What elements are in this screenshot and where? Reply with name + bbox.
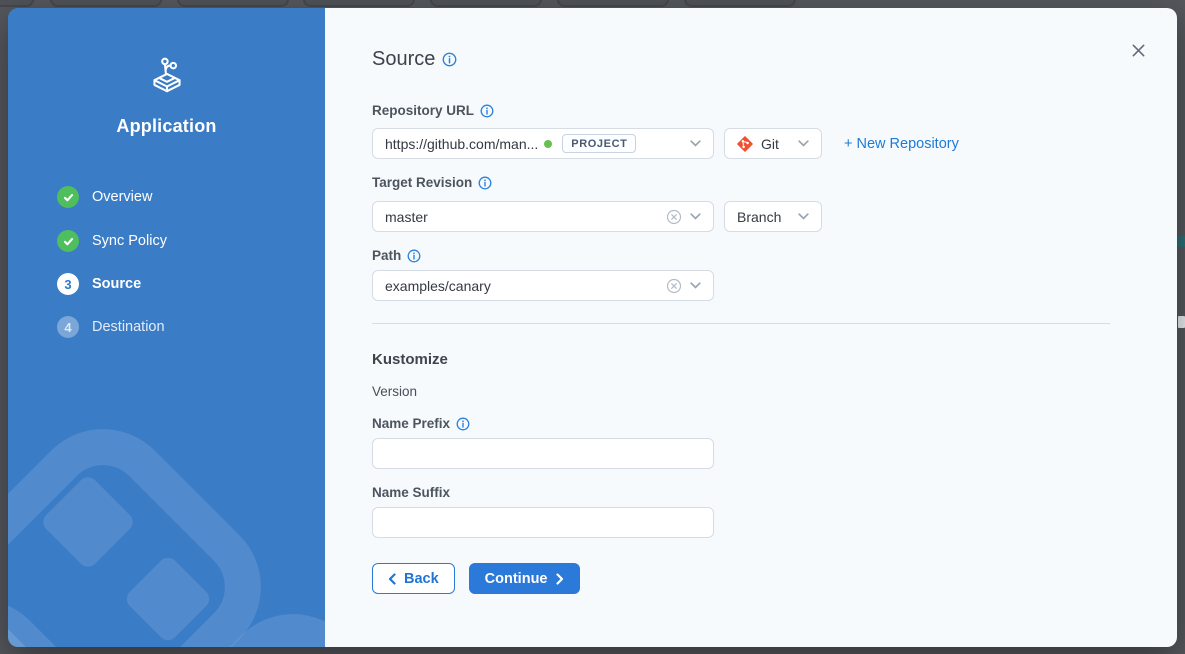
info-icon[interactable] — [456, 417, 470, 431]
background-fragment — [1178, 236, 1185, 247]
kustomize-heading: Kustomize — [372, 351, 448, 368]
background-tab — [0, 0, 34, 7]
revision-type-select[interactable]: Branch — [724, 201, 822, 232]
background-fragment — [1178, 316, 1185, 328]
revision-type-value: Branch — [737, 209, 781, 225]
background-tab — [303, 0, 415, 7]
application-box-icon — [8, 54, 325, 96]
brand-watermark — [8, 327, 325, 647]
step-sync-policy[interactable]: Sync Policy — [57, 230, 297, 252]
git-icon — [737, 136, 753, 152]
new-repository-link[interactable]: + New Repository — [844, 136, 959, 152]
back-button[interactable]: Back — [372, 563, 455, 594]
chevron-down-icon — [690, 140, 701, 147]
chevron-down-icon — [690, 213, 701, 220]
chevron-right-icon — [556, 573, 564, 585]
step-source[interactable]: 3 Source — [57, 273, 297, 295]
info-icon[interactable] — [442, 52, 457, 67]
close-icon[interactable] — [1127, 39, 1149, 61]
path-label: Path — [372, 248, 421, 263]
chevron-left-icon — [388, 573, 396, 585]
repository-url-value: https://github.com/man... — [385, 136, 538, 152]
page-title: Source — [372, 48, 457, 71]
info-icon[interactable] — [407, 249, 421, 263]
target-revision-input[interactable]: master — [372, 201, 714, 232]
chevron-down-icon — [690, 282, 701, 289]
wizard-sidebar: Application Overview Sync Policy 3 Sourc… — [8, 8, 325, 647]
name-prefix-label: Name Prefix — [372, 416, 470, 431]
wizard-actions: Back Continue — [372, 563, 580, 594]
step-number-badge: 4 — [57, 316, 79, 338]
chevron-down-icon — [798, 140, 809, 147]
project-badge: PROJECT — [562, 134, 636, 153]
repository-url-label: Repository URL — [372, 103, 494, 118]
step-destination[interactable]: 4 Destination — [57, 316, 297, 338]
clear-icon[interactable] — [666, 209, 682, 225]
wizard-title: Application — [8, 116, 325, 137]
connection-status-dot — [544, 140, 552, 148]
info-icon[interactable] — [478, 176, 492, 190]
repo-type-value: Git — [761, 136, 779, 152]
target-revision-label: Target Revision — [372, 175, 492, 190]
check-icon — [57, 186, 79, 208]
step-number-badge: 3 — [57, 273, 79, 295]
info-icon[interactable] — [480, 104, 494, 118]
step-label: Destination — [92, 319, 165, 335]
path-value: examples/canary — [385, 278, 491, 294]
name-prefix-input[interactable] — [372, 438, 714, 469]
application-wizard-modal: Application Overview Sync Policy 3 Sourc… — [8, 8, 1177, 647]
background-tab — [684, 0, 796, 7]
step-label: Overview — [92, 189, 152, 205]
background-tab — [50, 0, 162, 7]
continue-button[interactable]: Continue — [469, 563, 580, 594]
repository-url-select[interactable]: https://github.com/man... PROJECT — [372, 128, 714, 159]
path-input[interactable]: examples/canary — [372, 270, 714, 301]
background-tab — [557, 0, 669, 7]
target-revision-value: master — [385, 209, 428, 225]
step-label: Source — [92, 276, 141, 292]
name-suffix-input[interactable] — [372, 507, 714, 538]
step-label: Sync Policy — [92, 233, 167, 249]
section-divider — [372, 323, 1110, 324]
clear-icon[interactable] — [666, 278, 682, 294]
chevron-down-icon — [798, 213, 809, 220]
page-title-text: Source — [372, 48, 435, 71]
background-tab — [430, 0, 542, 7]
background-tab — [177, 0, 289, 7]
name-suffix-label: Name Suffix — [372, 485, 450, 500]
version-label: Version — [372, 384, 417, 399]
step-overview[interactable]: Overview — [57, 186, 297, 208]
check-icon — [57, 230, 79, 252]
source-form-panel: Source Repository URL https://github.com… — [325, 8, 1177, 647]
repo-type-select[interactable]: Git — [724, 128, 822, 159]
